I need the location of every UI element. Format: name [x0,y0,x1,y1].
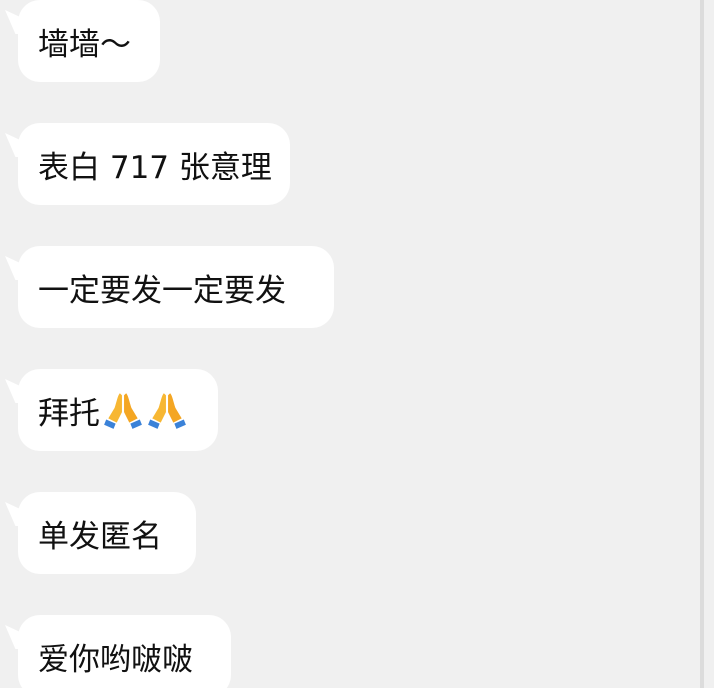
message-text: 单发匿名 [38,518,162,555]
chat-message-list: 墙墙～ 表白 717 张意理 一定要发一定要发 拜托 单发匿名 爱你哟啵啵 [0,0,714,688]
message-bubble[interactable]: 爱你哟啵啵 [18,615,231,688]
message-text: 一定要发一定要发 [38,272,286,309]
message-bubble[interactable]: 单发匿名 [18,492,196,574]
message-bubble[interactable]: 一定要发一定要发 [18,246,334,328]
message-text: 墙墙～ [38,26,131,63]
message-bubble[interactable]: 墙墙～ [18,0,160,82]
folded-hands-icon [104,393,142,429]
message-text: 爱你哟啵啵 [38,641,193,678]
scrollbar[interactable] [700,0,704,688]
message-bubble[interactable]: 拜托 [18,369,218,451]
folded-hands-icon [148,393,186,429]
message-bubble[interactable]: 表白 717 张意理 [18,123,290,205]
message-text: 拜托 [38,395,100,432]
message-text: 表白 717 张意理 [38,149,272,186]
